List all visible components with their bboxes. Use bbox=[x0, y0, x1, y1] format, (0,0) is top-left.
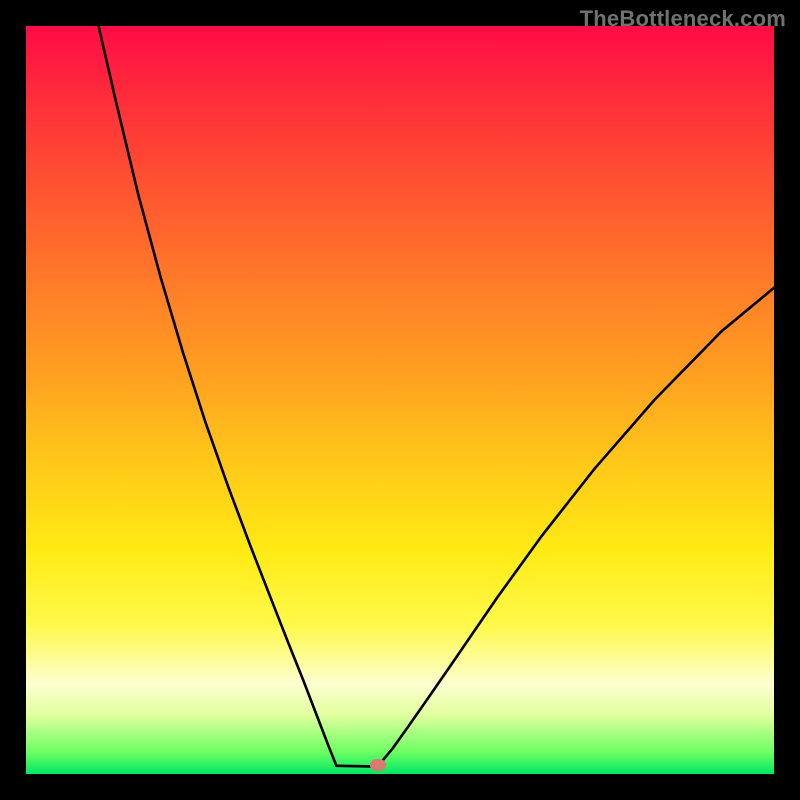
optimum-marker bbox=[370, 759, 386, 771]
curve-right-branch bbox=[378, 288, 774, 767]
plot-area bbox=[26, 26, 774, 774]
curve-left-branch bbox=[99, 26, 337, 766]
chart-frame: TheBottleneck.com bbox=[0, 0, 800, 800]
watermark-text: TheBottleneck.com bbox=[580, 6, 786, 32]
curve-svg bbox=[26, 26, 774, 774]
